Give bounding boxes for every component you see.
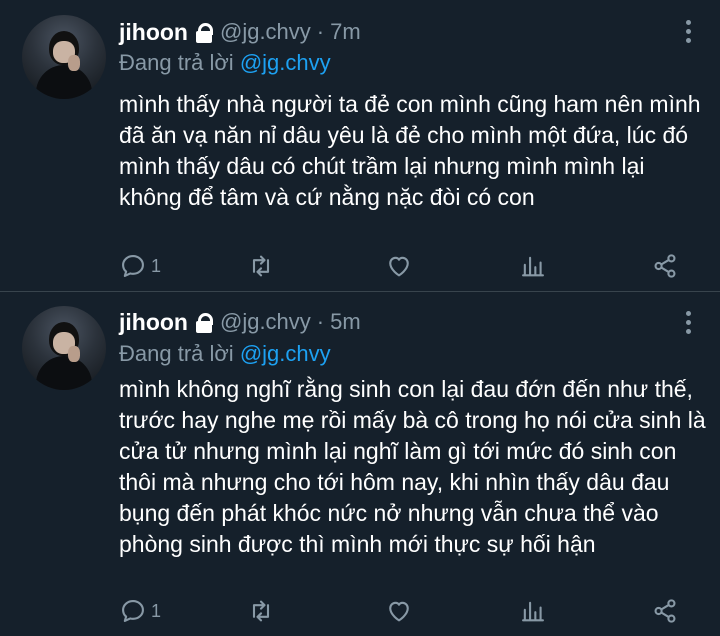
like-button[interactable] (385, 251, 413, 281)
timestamp[interactable]: 7m (330, 19, 361, 45)
timestamp[interactable]: 5m (330, 309, 361, 335)
action-bar: 1 (119, 251, 689, 281)
retweet-icon (252, 255, 270, 277)
lock-icon (194, 311, 214, 333)
stats-icon (522, 601, 544, 622)
stats-button[interactable] (519, 596, 547, 626)
share-icon (654, 599, 676, 623)
lock-icon (194, 21, 214, 43)
more-icon[interactable] (686, 20, 692, 44)
separator-dot: · (316, 19, 325, 44)
mention-link[interactable]: @jg.chvy (240, 341, 331, 366)
reply-button[interactable]: 1 (119, 596, 161, 626)
heart-icon (389, 601, 409, 622)
reply-count: 1 (151, 600, 162, 621)
retweet-icon (252, 600, 270, 622)
user-handle[interactable]: @jg.chvy (220, 309, 311, 335)
tweet-text: mình thấy nhà người ta đẻ con mình cũng … (119, 91, 701, 210)
tweet-header: jihoon @jg.chvy · 5m (119, 306, 361, 338)
heart-icon (389, 256, 409, 277)
tweet[interactable]: jihoon @jg.chvy · 5m Đang trả lời @jg.ch… (0, 292, 720, 636)
share-button[interactable] (651, 251, 679, 281)
user-handle[interactable]: @jg.chvy (220, 19, 311, 45)
tweet-text: mình không nghĩ rằng sinh con lại đau đớ… (119, 376, 706, 557)
mention-link[interactable]: @jg.chvy (240, 50, 331, 75)
stats-button[interactable] (519, 251, 547, 281)
avatar[interactable] (22, 306, 106, 390)
share-icon (654, 254, 676, 278)
display-name[interactable]: jihoon (119, 19, 188, 46)
reply-count: 1 (151, 255, 162, 276)
reply-button[interactable]: 1 (119, 251, 161, 281)
display-name[interactable]: jihoon (119, 309, 188, 336)
reply-icon (122, 255, 144, 277)
separator-dot: · (316, 309, 325, 334)
action-bar: 1 (119, 596, 689, 626)
reply-icon (122, 600, 144, 622)
more-icon[interactable] (686, 311, 692, 335)
replying-to: Đang trả lời @jg.chvy (119, 341, 331, 367)
avatar[interactable] (22, 15, 106, 99)
retweet-button[interactable] (247, 596, 275, 626)
replying-to-label: Đang trả lời (119, 50, 234, 75)
tweet-header: jihoon @jg.chvy · 7m (119, 16, 361, 48)
replying-to-label: Đang trả lời (119, 341, 234, 366)
share-button[interactable] (651, 596, 679, 626)
replying-to: Đang trả lời @jg.chvy (119, 50, 331, 76)
retweet-button[interactable] (247, 251, 275, 281)
stats-icon (522, 256, 544, 277)
tweet[interactable]: jihoon @jg.chvy · 7m Đang trả lời @jg.ch… (0, 0, 720, 292)
like-button[interactable] (385, 596, 413, 626)
